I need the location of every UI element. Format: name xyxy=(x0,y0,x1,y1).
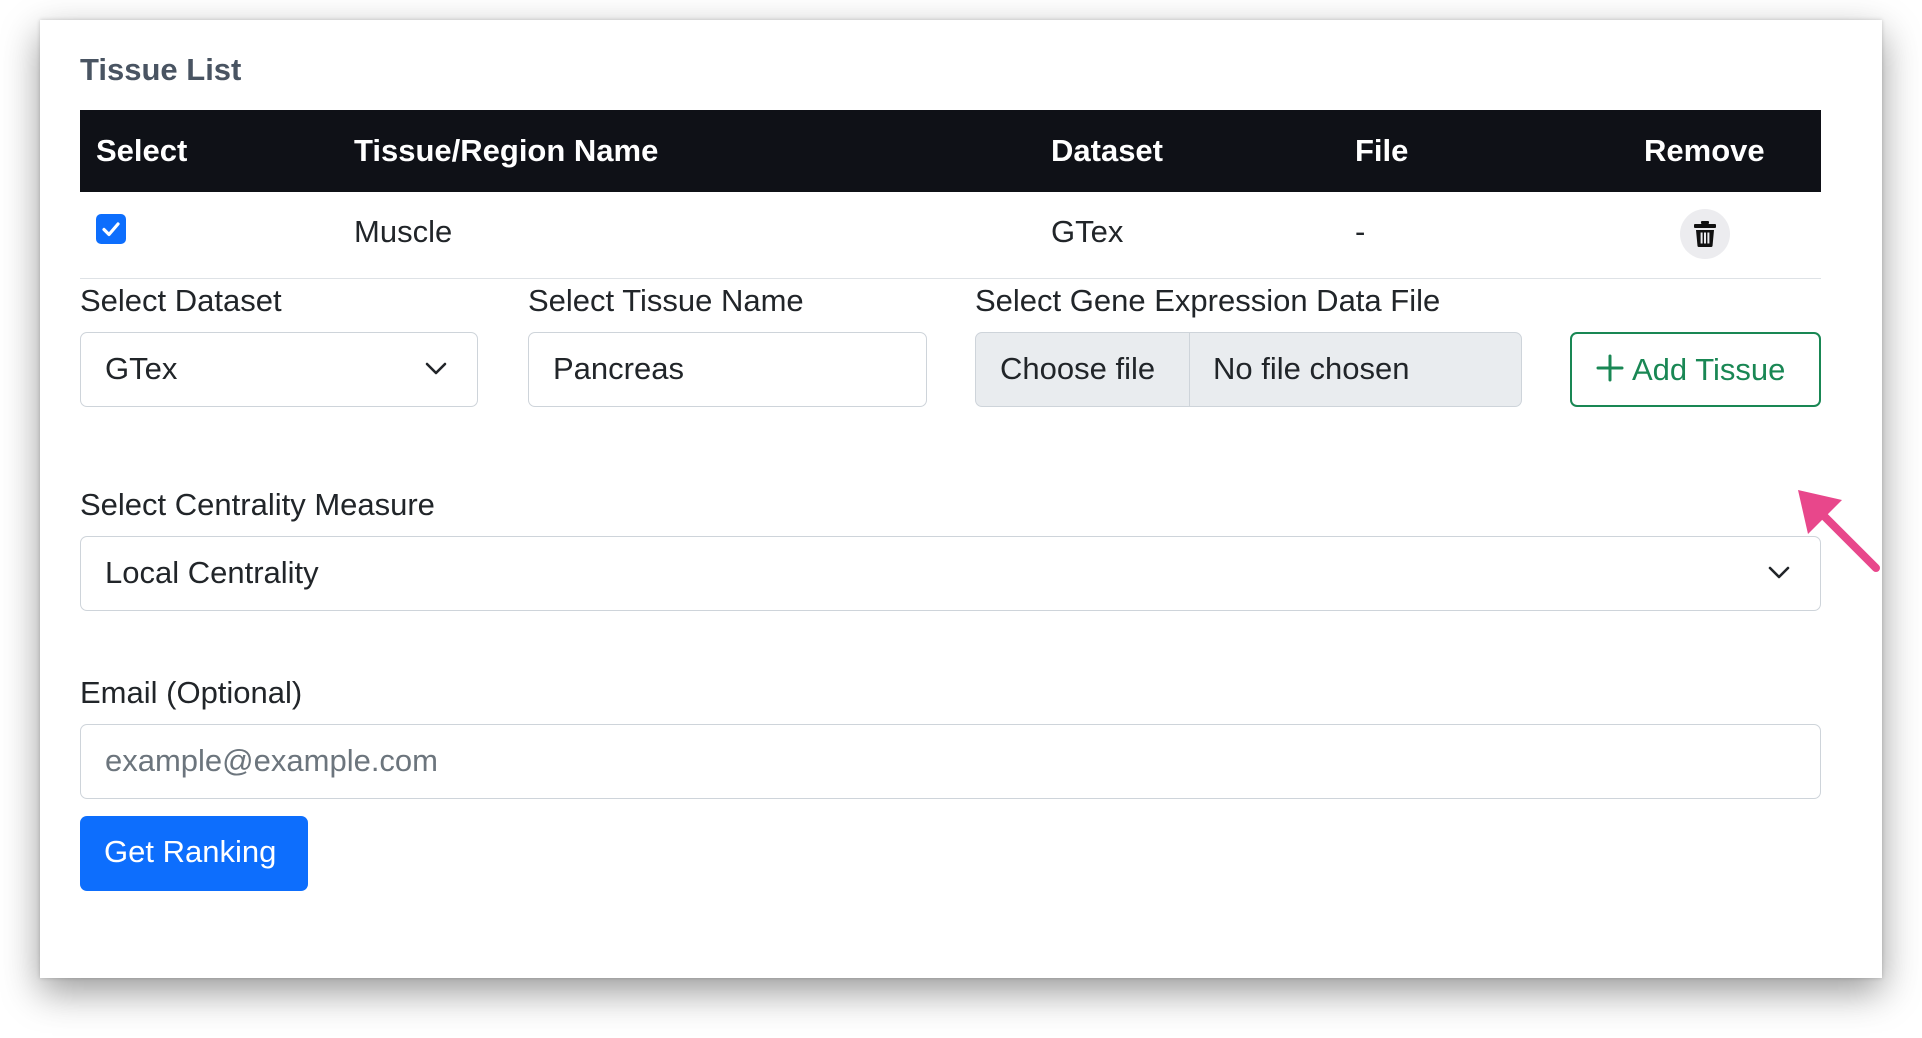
tissue-name-input[interactable]: Pancreas xyxy=(528,332,927,407)
table-row: Muscle GTex - xyxy=(80,192,1821,279)
plus-icon xyxy=(1596,354,1624,382)
dataset-select[interactable]: GTex xyxy=(80,332,478,407)
column-header-select: Select xyxy=(96,133,188,168)
section-title: Tissue List xyxy=(80,52,242,87)
column-header-dataset: Dataset xyxy=(1051,133,1163,168)
add-tissue-button[interactable]: Add Tissue xyxy=(1570,332,1821,407)
annotation-arrow-icon xyxy=(1798,490,1880,572)
row-file: - xyxy=(1355,214,1366,249)
chevron-down-icon xyxy=(425,362,447,375)
file-status: No file chosen xyxy=(1213,351,1410,386)
centrality-select[interactable]: Local Centrality xyxy=(80,536,1821,611)
centrality-label: Select Centrality Measure xyxy=(80,487,435,522)
column-header-file: File xyxy=(1355,133,1409,168)
column-header-name: Tissue/Region Name xyxy=(354,133,659,168)
row-dataset: GTex xyxy=(1051,214,1124,249)
chevron-down-icon xyxy=(1768,566,1790,579)
checkmark-icon xyxy=(102,222,120,237)
remove-row-button[interactable] xyxy=(1680,209,1730,259)
get-ranking-label: Get Ranking xyxy=(104,834,277,869)
dataset-select-value: GTex xyxy=(105,351,178,386)
table-header: Select Tissue/Region Name Dataset File R… xyxy=(80,110,1821,192)
choose-file-button[interactable]: Choose file xyxy=(976,333,1190,406)
file-input[interactable]: Choose file No file chosen xyxy=(975,332,1522,407)
row-tissue-name: Muscle xyxy=(354,214,453,249)
tissue-table: Select Tissue/Region Name Dataset File R… xyxy=(80,110,1821,279)
trash-icon xyxy=(1694,221,1716,247)
tissue-name-label: Select Tissue Name xyxy=(528,283,804,318)
tissue-name-value: Pancreas xyxy=(553,351,684,386)
choose-file-label: Choose file xyxy=(1000,351,1156,386)
add-tissue-label: Add Tissue xyxy=(1632,352,1786,387)
email-placeholder: example@example.com xyxy=(105,743,438,778)
app-window: Tissue List Select Tissue/Region Name Da… xyxy=(40,20,1882,978)
email-field[interactable]: example@example.com xyxy=(80,724,1821,799)
centrality-select-value: Local Centrality xyxy=(105,555,319,590)
email-label: Email (Optional) xyxy=(80,675,303,710)
get-ranking-button[interactable]: Get Ranking xyxy=(80,816,308,891)
row-select-checkbox[interactable] xyxy=(96,214,126,244)
column-header-remove: Remove xyxy=(1644,133,1765,168)
dataset-label: Select Dataset xyxy=(80,283,282,318)
file-label: Select Gene Expression Data File xyxy=(975,283,1441,318)
